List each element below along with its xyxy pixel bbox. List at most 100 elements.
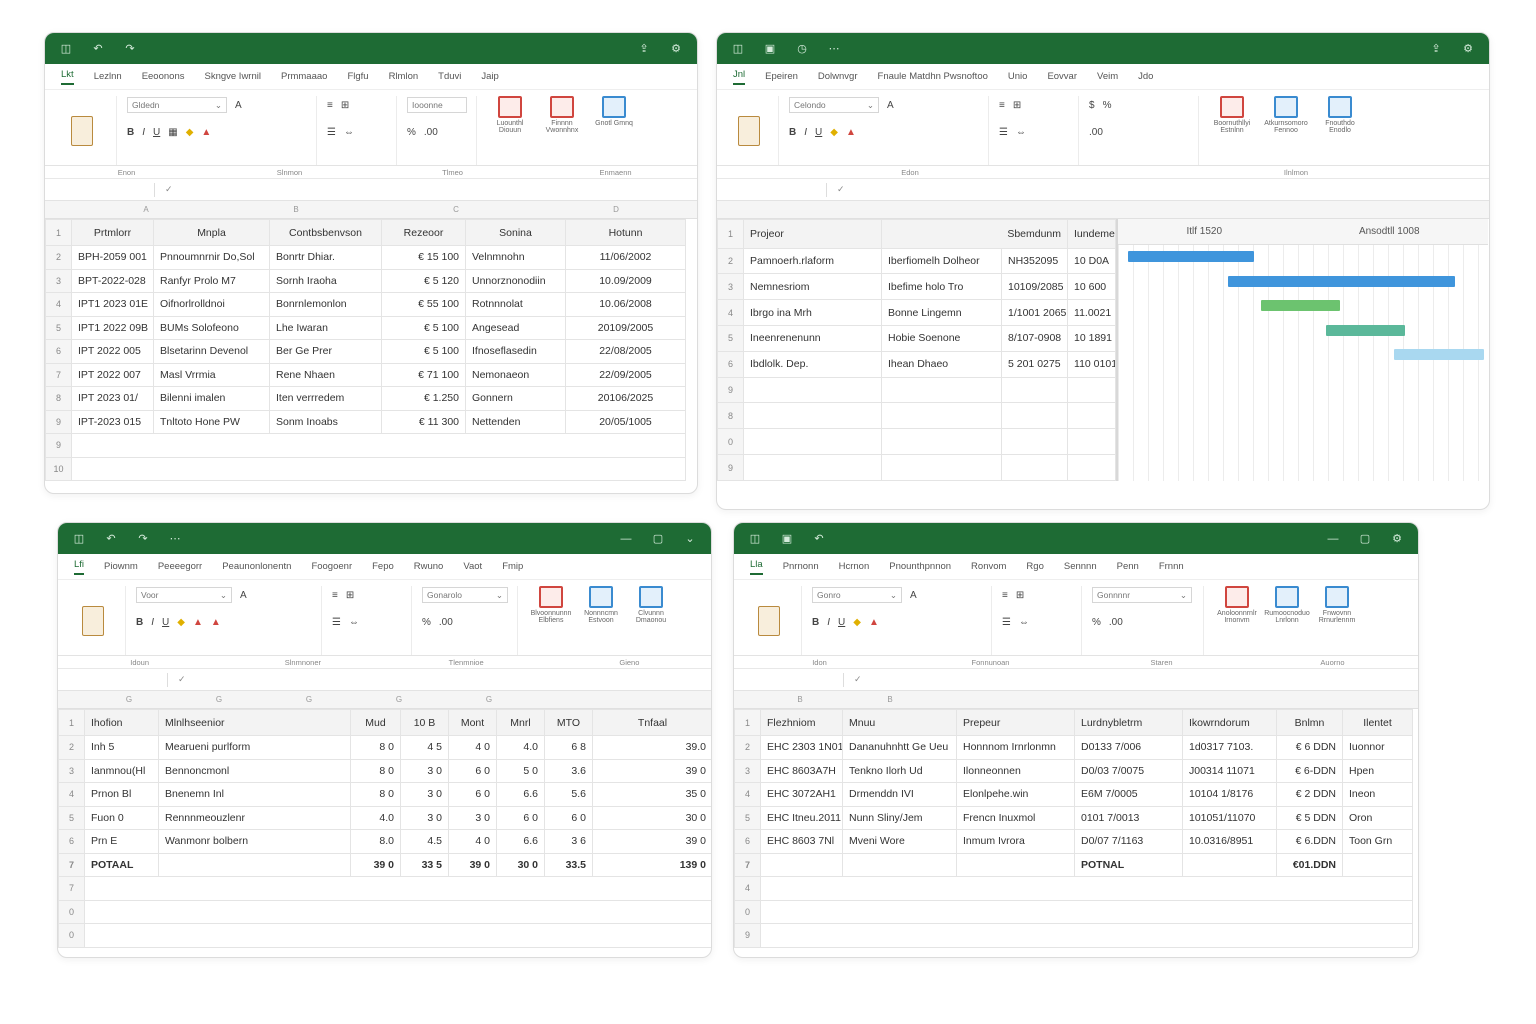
column-header[interactable]: Contbsbenvson [269,219,382,246]
gantt-bar[interactable] [1260,300,1340,311]
cell[interactable]: € 11 300 [381,409,466,434]
cell[interactable]: NH352095 [1000,247,1069,275]
cell[interactable]: 10.09/2009 [565,268,686,293]
settings-icon[interactable]: ⚙ [1461,42,1475,55]
column-header[interactable]: Lurdnybletrm [1074,709,1183,736]
font-select[interactable]: Gonro ⌄ [812,587,902,603]
close-icon[interactable]: ⌄ [683,532,697,545]
cell[interactable]: 4 0 [448,735,497,760]
undo-icon[interactable]: ↶ [104,532,118,545]
tab-view[interactable]: Penn [1117,561,1139,572]
cell[interactable]: 0101 7/0013 [1074,805,1183,830]
tab-file[interactable]: Lfi [74,559,85,575]
cell[interactable]: Inh 5 [84,735,159,760]
maximize-icon[interactable]: ▢ [651,532,665,545]
cell[interactable]: 6 0 [448,782,497,807]
tab-home[interactable]: Lezlnn [94,71,122,82]
tab-home[interactable]: Epeiren [765,71,798,82]
tab-insert[interactable]: Peeeegorr [158,561,202,572]
fill-color-icon[interactable]: ◆ [186,127,194,138]
tab-view[interactable]: Veim [1097,71,1118,82]
share-icon[interactable]: ⇪ [1429,42,1443,55]
cell[interactable]: € 5 100 [381,339,466,364]
italic-icon[interactable]: I [142,127,145,138]
align-left-icon[interactable]: ☰ [999,127,1008,138]
font-size-icon[interactable]: A [910,590,917,601]
tab-help[interactable]: Jaip [481,71,498,82]
font-size-icon[interactable]: A [240,590,247,601]
borders-icon[interactable]: ▦ [168,127,177,138]
cell[interactable]: Nunn Sliny/Jem [842,805,957,830]
format-table-button[interactable]: Atkurnsomoro Fennoo [1263,96,1309,165]
tab-page-layout[interactable]: Peaunonlonentn [222,561,291,572]
cell[interactable]: Iberfiomelh Dolheor [881,247,1002,275]
fill-color-icon[interactable]: ◆ [853,617,861,628]
tab-review[interactable]: Rlmlon [389,71,419,82]
cell[interactable]: Bonrtr Dhiar. [269,245,382,270]
conditional-format-button[interactable]: Boornuthllyi Estnlnn [1209,96,1255,165]
cell[interactable]: 3 6 [544,829,593,854]
fill-color-icon[interactable]: ◆ [177,617,185,628]
decimal-icon[interactable]: .00 [1109,617,1123,628]
cell[interactable]: Angesead [465,315,566,340]
cell[interactable]: Masl Vrrmia [153,362,270,387]
cell[interactable]: IPT-2023 015 [71,409,154,434]
cell[interactable]: € 5 100 [381,315,466,340]
cell[interactable]: Nemnesriom [743,273,882,301]
tab-formulas[interactable]: Foogoenr [311,561,352,572]
cell[interactable]: Honnnom Irnrlonmn [956,735,1075,760]
formula-bar[interactable]: ✓ [734,669,1418,691]
gantt-bar[interactable] [1228,275,1456,287]
settings-icon[interactable]: ⚙ [669,42,683,55]
cell[interactable]: BUMs Solofeono [153,315,270,340]
cell[interactable]: Ifnoseflasedin [465,339,566,364]
name-box[interactable] [731,182,827,197]
tab-page-layout[interactable]: Pnounthpnnon [889,561,951,572]
cell[interactable]: Mveni Wore [842,829,957,854]
tab-formulas[interactable]: Ronvom [971,561,1006,572]
empty-cell[interactable] [71,456,686,481]
cell[interactable]: Sonm Inoabs [269,409,382,434]
bold-icon[interactable]: B [789,127,796,138]
column-letter[interactable]: B [221,205,371,214]
underline-icon[interactable]: U [153,127,160,138]
font-size-icon[interactable]: A [235,100,242,111]
cell[interactable]: D0/03 7/0075 [1074,758,1183,783]
merge-icon[interactable]: ⇔ [1019,617,1029,628]
column-header[interactable]: 10 B [400,709,449,736]
name-box[interactable] [748,672,844,687]
cell[interactable]: 39 0 [592,758,711,783]
align-top-icon[interactable]: ≡ [999,100,1005,111]
column-header[interactable]: Ihofion [84,709,159,736]
redo-icon[interactable]: ↷ [123,42,137,55]
cell[interactable]: Pnnoumnrnir Do,Sol [153,245,270,270]
underline-icon[interactable]: U [162,617,169,628]
cell[interactable]: IPT 2023 01/ [71,386,154,411]
cell[interactable]: Inmum Ivrora [956,829,1075,854]
bold-icon[interactable]: B [136,617,143,628]
paste-icon[interactable] [70,115,93,146]
name-box[interactable] [59,182,155,197]
tab-review[interactable]: Eovvar [1047,71,1077,82]
cell[interactable]: 8 0 [350,735,401,760]
cell-styles-button[interactable]: Gnotl Gmnq [591,96,637,165]
cell[interactable]: Nemonaeon [465,362,566,387]
cell[interactable]: 10.0316/8951 [1182,829,1277,854]
cell[interactable]: 1/1001 2065 [1000,299,1069,326]
redo-icon[interactable]: ↷ [136,532,150,545]
gantt-bar[interactable] [1127,251,1254,262]
cell[interactable]: EHC 3072AH1 [760,782,843,807]
cell[interactable]: 4 0 [448,829,497,854]
cell[interactable]: 22/08/2005 [565,339,686,364]
undo-icon[interactable]: ↶ [91,42,105,55]
cell[interactable]: 8 0 [350,782,401,807]
tab-home[interactable]: Piownm [104,561,138,572]
cell[interactable]: 8/107-0908 [1000,325,1069,352]
cell[interactable]: 8 0 [350,758,401,783]
cell[interactable]: 4.5 [400,829,449,854]
cell-styles-button[interactable]: Clvunnn Dmaonou [628,586,674,655]
font-select[interactable]: Celondo ⌄ [789,97,879,113]
tab-help[interactable]: Frnnn [1159,561,1184,572]
font-color-icon[interactable]: ▲ [869,617,879,628]
layout-icon[interactable]: ▣ [763,42,777,55]
